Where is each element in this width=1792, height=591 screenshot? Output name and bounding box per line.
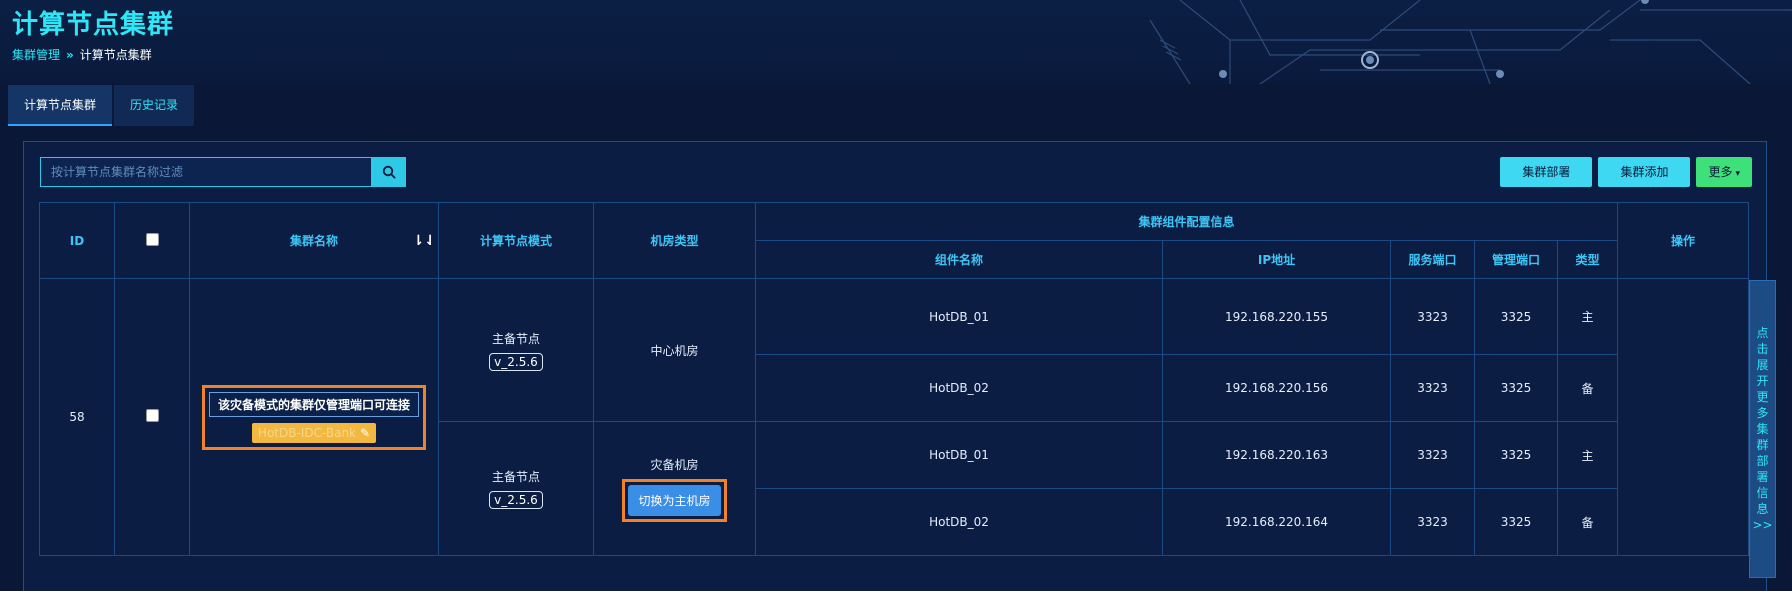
version-badge: v_2.5.6 [489, 352, 543, 371]
cell-room-type: 灾备机房 切换为主机房 [593, 421, 756, 556]
side-tab-char: 署 [1756, 470, 1769, 484]
breadcrumb-current: 计算节点集群 [79, 48, 152, 62]
side-tab-char: 展 [1756, 358, 1769, 372]
mode-label: 主备节点 [491, 331, 540, 346]
search-input[interactable] [40, 157, 372, 187]
search-button[interactable] [372, 157, 406, 187]
room-type-label: 灾备机房 [650, 457, 699, 472]
side-tab-char: 开 [1756, 374, 1769, 388]
header-select-all [114, 202, 190, 279]
side-tab-char: 多 [1756, 406, 1769, 420]
side-tab-char: 点 [1756, 326, 1769, 340]
component-service-port: 3323 [1390, 354, 1475, 422]
tab-history[interactable]: 历史记录 [114, 85, 195, 126]
cell-actions [1617, 278, 1750, 556]
breadcrumb: 集群管理 » 计算节点集群 [12, 46, 152, 63]
header-mode: 计算节点模式 [438, 202, 594, 279]
edit-icon[interactable]: ✎ [360, 426, 370, 440]
header-cluster-name[interactable]: 集群名称 ⇂⇃ [189, 202, 439, 279]
cell-select [114, 278, 190, 556]
more-dropdown-button[interactable]: 更多 ▾ [1696, 157, 1752, 187]
cell-cluster-name: 该灾备模式的集群仅管理端口可连接 HotDB-IDC-Bank ✎ [189, 278, 439, 556]
component-type: 备 [1556, 354, 1619, 422]
cluster-table: ID 集群名称 ⇂⇃ 计算节点模式 机房类型 集群组件配置信息 操作 组件名称 I… [39, 202, 1750, 556]
side-tab-char: 集 [1756, 422, 1769, 436]
switch-to-primary-room-button[interactable]: 切换为主机房 [628, 484, 721, 516]
main-panel: 集群部署 集群添加 更多▾ ID 集群名称⇂⇃ 计算节点模式 机房类型 集 [23, 141, 1767, 591]
component-service-port: 3323 [1390, 488, 1475, 556]
search-icon [382, 165, 396, 179]
header-room-type: 机房类型 [593, 202, 756, 279]
cell-id: 58 [39, 278, 115, 556]
search-bar [40, 157, 406, 187]
component-name: HotDB_01 [755, 278, 1163, 355]
sort-icon[interactable]: ⇂⇃ [413, 233, 436, 249]
select-all-checkbox[interactable] [145, 232, 159, 246]
component-ip: 192.168.220.163 [1162, 421, 1391, 489]
component-type: 主 [1556, 421, 1619, 489]
side-tab-char: 群 [1756, 438, 1769, 452]
circuit-decoration [1149, 0, 1792, 84]
header-component-group: 集群组件配置信息 [754, 202, 1619, 241]
breadcrumb-link-cluster-management[interactable]: 集群管理 [12, 48, 60, 62]
cell-room-type: 中心机房 [593, 278, 756, 422]
component-name: HotDB_02 [755, 488, 1163, 556]
component-service-port: 3323 [1390, 421, 1475, 489]
side-tab-char: 信 [1756, 486, 1769, 500]
component-manage-port: 3325 [1474, 488, 1558, 556]
side-tab-char: 更 [1756, 390, 1769, 404]
component-name: HotDB_01 [755, 421, 1163, 489]
header-service-port: 服务端口 [1390, 240, 1475, 279]
header-type: 类型 [1556, 240, 1619, 279]
component-ip: 192.168.220.155 [1162, 278, 1391, 355]
side-tab-char: 息 [1756, 502, 1769, 516]
double-chevron-right-icon: >> [1752, 518, 1773, 532]
component-manage-port: 3325 [1474, 354, 1558, 422]
side-tab-char: 部 [1756, 454, 1769, 468]
table-row: 58 该灾备模式的集群仅管理端口可连接 HotDB-IDC-Bank ✎ 主备节点… [39, 278, 1750, 556]
tab-bar: 计算节点集群 历史记录 [8, 85, 196, 126]
header-id: ID [39, 202, 115, 279]
row-checkbox[interactable] [145, 409, 159, 422]
header-manage-port: 管理端口 [1474, 240, 1558, 279]
cluster-deploy-button[interactable]: 集群部署 [1500, 157, 1593, 187]
component-service-port: 3323 [1390, 278, 1475, 355]
expand-more-cluster-info-tab[interactable]: 点 击 展 开 更 多 集 群 部 署 信 息 >> [1749, 280, 1776, 578]
toolbar: 集群部署 集群添加 更多 ▾ [1494, 157, 1752, 187]
cell-mode: 主备节点 v_2.5.6 [438, 278, 594, 422]
page-header: 计算节点集群 集群管理 » 计算节点集群 [0, 0, 1792, 84]
cluster-name-badge[interactable]: HotDB-IDC-Bank ✎ [251, 422, 377, 443]
cluster-add-button[interactable]: 集群添加 [1598, 157, 1691, 187]
caret-down-icon: ▾ [1735, 169, 1740, 179]
component-ip: 192.168.220.156 [1162, 354, 1391, 422]
header-cluster-name-label: 集群名称 [289, 234, 338, 248]
side-tab-char: 击 [1756, 342, 1769, 356]
component-type: 主 [1556, 278, 1619, 355]
component-ip: 192.168.220.164 [1162, 488, 1391, 556]
cluster-name-highlight: 该灾备模式的集群仅管理端口可连接 HotDB-IDC-Bank ✎ [201, 384, 426, 450]
component-manage-port: 3325 [1474, 278, 1558, 355]
component-name: HotDB_02 [755, 354, 1163, 422]
cell-mode: 主备节点 v_2.5.6 [438, 421, 594, 556]
breadcrumb-separator-icon: » [66, 48, 74, 62]
header-actions: 操作 [1617, 202, 1750, 279]
page-title: 计算节点集群 [12, 10, 175, 40]
version-badge: v_2.5.6 [489, 491, 543, 509]
more-label: 更多 [1708, 165, 1733, 179]
tab-compute-node-cluster[interactable]: 计算节点集群 [8, 85, 113, 126]
header-ip: IP地址 [1162, 240, 1391, 279]
disaster-recovery-notice: 该灾备模式的集群仅管理端口可连接 [208, 391, 419, 417]
switch-highlight: 切换为主机房 [622, 478, 727, 522]
component-type: 备 [1556, 488, 1619, 556]
component-manage-port: 3325 [1474, 421, 1558, 489]
header-component-name: 组件名称 [755, 240, 1163, 279]
cluster-name-text: HotDB-IDC-Bank [257, 425, 356, 440]
mode-label: 主备节点 [491, 470, 540, 484]
